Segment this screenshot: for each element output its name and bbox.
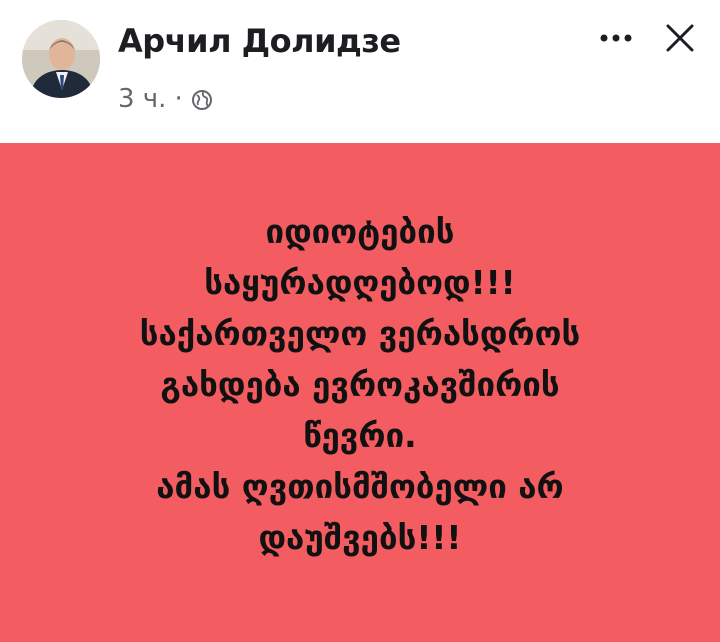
post-text: იდიოტების საყურადღებოდ!!! საქართველო ვერ…	[40, 143, 680, 563]
post-content-background: იდიოტების საყურადღებოდ!!! საქართველო ვერ…	[0, 143, 720, 642]
post-text-line: იდიოტების	[265, 212, 455, 251]
post-text-line: საქართველო ვერასდროს	[139, 314, 581, 353]
post-text-line: საყურადღებოდ!!!	[204, 263, 516, 302]
more-options-icon	[600, 34, 632, 42]
post-text-line: დაუშვებს!!!	[258, 518, 462, 557]
close-button[interactable]	[662, 20, 698, 56]
post-text-line: გახდება ევროკავშირის	[160, 365, 560, 404]
post-text-line: წევრი.	[303, 416, 417, 455]
more-options-button[interactable]	[596, 26, 636, 50]
meta-separator: ·	[174, 84, 183, 114]
post-header: Арчил Долидзе 3 ч. ·	[0, 0, 720, 143]
post-timestamp[interactable]: 3 ч.	[118, 84, 166, 114]
post-meta: 3 ч. ·	[118, 84, 213, 114]
avatar-photo	[22, 20, 100, 98]
author-avatar[interactable]	[22, 20, 100, 98]
globe-icon[interactable]	[191, 88, 213, 110]
close-icon	[666, 24, 694, 52]
author-name[interactable]: Арчил Долидзе	[118, 22, 401, 60]
post-text-line: ამას ღვთისმშობელი არ	[156, 467, 564, 506]
